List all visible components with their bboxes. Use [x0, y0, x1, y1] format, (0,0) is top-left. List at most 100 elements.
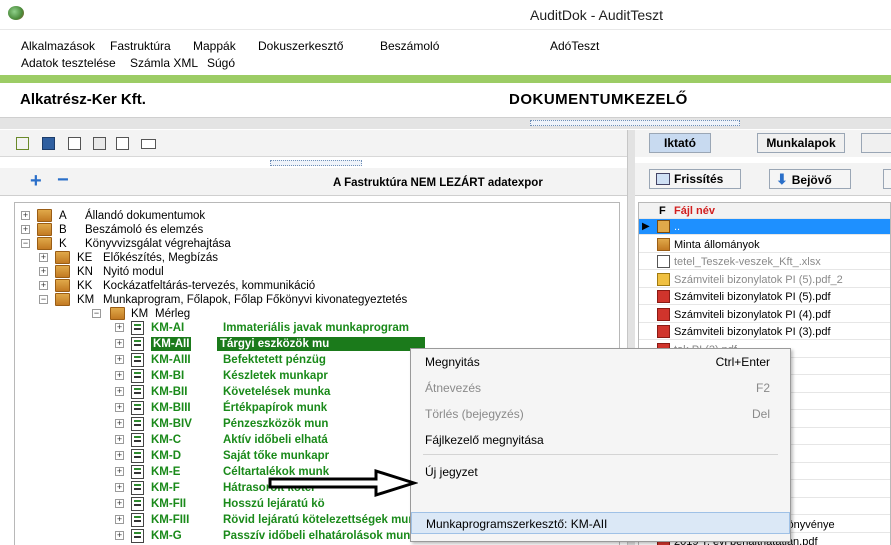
menu-item-dokuszerkeszto[interactable]: Dokuszerkesztő [258, 39, 343, 53]
tab-iktato[interactable]: Iktató [649, 133, 711, 153]
left-toolbar [0, 130, 627, 157]
context-item-shortcut: Del [751, 407, 770, 421]
menu-item-sugo[interactable]: Súgó [207, 56, 235, 70]
tree-label: Tárgyi eszközök mu [217, 337, 425, 351]
card-icon[interactable] [141, 139, 156, 149]
tree-view-icon[interactable] [16, 137, 29, 150]
tree-code: KM [131, 308, 149, 320]
excel-doc-icon [131, 385, 144, 399]
splitter-handle[interactable] [530, 120, 740, 126]
tab-more[interactable] [861, 133, 891, 153]
tree-label: Állandó dokumentumok [85, 210, 206, 222]
expand-icon[interactable]: + [115, 355, 124, 364]
context-item[interactable]: Fájlkezelő megnyitása [411, 429, 790, 451]
more-button[interactable] [883, 169, 891, 189]
incoming-button[interactable]: ⬇ Bejövő [769, 169, 851, 189]
tree-row[interactable]: − K Könyvvizsgálat végrehajtása [15, 237, 615, 251]
menu-item-mappak[interactable]: Mappák [193, 39, 236, 53]
file-row[interactable]: Számviteli bizonylatok PI (3).pdf [639, 324, 890, 340]
file-name: Számviteli bizonylatok PI (5).pdf [674, 291, 831, 303]
calculator-icon[interactable] [42, 137, 55, 150]
tree-label: Befektetett pénzüg [223, 354, 326, 366]
menu-item-fastruktura[interactable]: Fastruktúra [110, 39, 171, 53]
refresh-button[interactable]: Frissítés [649, 169, 741, 189]
file-row[interactable]: tetel_Teszek-veszek_Kft_.xlsx [639, 254, 890, 270]
collapse-icon[interactable]: − [92, 309, 101, 318]
tab-munkalapok[interactable]: Munkalapok [757, 133, 845, 153]
folder-icon [37, 223, 52, 236]
page-title: DOKUMENTUMKEZELŐ [509, 91, 688, 108]
expand-icon[interactable]: + [39, 253, 48, 262]
expand-icon[interactable]: + [115, 323, 124, 332]
expand-icon[interactable]: + [115, 451, 124, 460]
expand-icon[interactable]: + [115, 387, 124, 396]
folder-icon [657, 237, 670, 251]
menu-item-adatok-tesztelese[interactable]: Adatok tesztelése [21, 56, 116, 70]
file-name: Minta állományok [674, 238, 760, 251]
tree-row[interactable]: − KM Mérleg [15, 307, 615, 321]
excel-doc-icon [131, 529, 144, 543]
tree-row[interactable]: + KE Előkészítés, Megbízás [15, 251, 615, 265]
file-row[interactable]: Számviteli bizonylatok PI (5).pdf [639, 289, 890, 305]
menu-item-adoteszt[interactable]: AdóTeszt [550, 39, 599, 53]
expand-icon[interactable]: + [39, 267, 48, 276]
tree-label: Kockázatfeltárás-tervezés, kommunikáció [103, 280, 316, 292]
excel-doc-icon [131, 465, 144, 479]
expand-icon[interactable]: + [115, 403, 124, 412]
excel-doc-icon [131, 481, 144, 495]
menu-item-szamla-xml[interactable]: Számla XML [130, 56, 198, 70]
context-item-shortcut: F2 [755, 381, 770, 395]
context-item-munkaprogramszerkeszto[interactable]: Munkaprogramszerkesztő: KM-AII [411, 512, 790, 534]
folder-icon [37, 237, 52, 250]
column-header-filename[interactable]: Fájl név [674, 203, 715, 219]
file-row[interactable]: Számviteli bizonylatok PI (4).pdf [639, 307, 890, 323]
menu-item-alkalmazasok[interactable]: Alkalmazások [21, 39, 95, 53]
column-header-flag[interactable]: F [659, 203, 666, 219]
tree-code: KM-D [151, 450, 182, 462]
notes-icon[interactable] [68, 137, 81, 150]
collapse-icon[interactable]: − [21, 239, 30, 248]
context-item[interactable]: Új jegyzet [411, 461, 790, 483]
excel-doc-icon[interactable] [116, 137, 129, 150]
tree-splitter-handle[interactable] [270, 160, 362, 166]
menu-item-beszamolo[interactable]: Beszámoló [380, 39, 439, 53]
tree-row[interactable]: + A Állandó dokumentumok [15, 209, 615, 223]
expand-icon[interactable]: + [21, 225, 30, 234]
tree-row[interactable]: + KN Nyitó modul [15, 265, 615, 279]
expand-icon[interactable]: + [115, 339, 124, 348]
tree-row[interactable]: + KK Kockázatfeltárás-tervezés, kommunikác… [15, 279, 615, 293]
tree-code: KK [77, 280, 93, 292]
collapse-icon[interactable]: − [39, 295, 48, 304]
horizontal-splitter[interactable] [0, 117, 891, 129]
expand-icon[interactable]: + [39, 281, 48, 290]
expand-icon[interactable]: + [115, 467, 124, 476]
expand-icon[interactable]: + [115, 371, 124, 380]
context-item-label: Fájlkezelő megnyitása [425, 433, 544, 447]
context-item[interactable]: Megnyitás Ctrl+Enter [411, 351, 790, 373]
tree-code: KM-F [151, 482, 180, 494]
file-row[interactable]: Minta állományok [639, 237, 890, 253]
expand-icon[interactable]: + [115, 419, 124, 428]
tree-code: KM-C [151, 434, 182, 446]
tree-row[interactable]: + KM-AI Immateriális javak munkaprogram [15, 321, 615, 335]
doc-icon [657, 255, 670, 268]
file-list-header: F Fájl név [639, 203, 890, 219]
document-icon[interactable] [93, 137, 106, 150]
file-row[interactable]: Számviteli bizonylatok PI (5).pdf_2 [639, 272, 890, 288]
excel-doc-icon [131, 449, 144, 463]
expand-icon[interactable]: + [115, 499, 124, 508]
tree-label: Értékpapírok munk [223, 402, 328, 414]
tree-row[interactable]: + B Beszámoló és elemzés [15, 223, 615, 237]
expand-all-icon[interactable]: + [30, 171, 42, 191]
expand-icon[interactable]: + [115, 531, 124, 540]
excel-doc-icon [131, 401, 144, 415]
menu-bar: Alkalmazások Fastruktúra Mappák Dokuszer… [0, 34, 891, 74]
tree-row[interactable]: − KM Munkaprogram, Főlapok, Főlap Főkönyvi… [15, 293, 615, 307]
tree-label: Készletek munkapr [223, 370, 328, 382]
expand-icon[interactable]: + [115, 435, 124, 444]
collapse-all-icon[interactable]: − [57, 170, 69, 190]
expand-icon[interactable]: + [21, 211, 30, 220]
file-row[interactable]: ▶.. [639, 219, 890, 235]
expand-icon[interactable]: + [115, 483, 124, 492]
expand-icon[interactable]: + [115, 515, 124, 524]
